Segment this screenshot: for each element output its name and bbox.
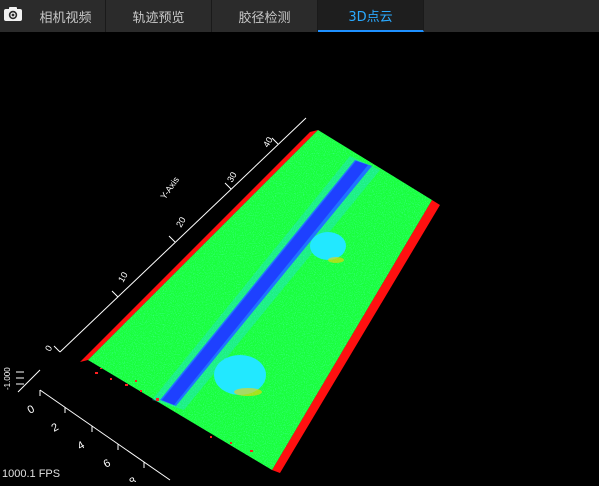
tab-glue-diameter-detection[interactable]: 胶径检测: [212, 0, 318, 32]
point-cloud-viewport[interactable]: 0 10 20 30 40 Y-Axis 0 2 4 6 8 -1.000 10…: [0, 32, 599, 486]
glue-blob-large-shadow: [234, 388, 262, 396]
tab-bar-filler: [424, 0, 599, 32]
camera-button[interactable]: [0, 0, 26, 32]
tab-camera-video[interactable]: 相机视频: [26, 0, 106, 32]
point-cloud-canvas[interactable]: 0 10 20 30 40 Y-Axis 0 2 4 6 8 -1.000: [0, 32, 599, 486]
x-tick-0: 0: [26, 403, 37, 416]
camera-icon: [3, 6, 23, 26]
x-tick-8: 8: [128, 475, 139, 482]
tab-trajectory-preview[interactable]: 轨迹预览: [106, 0, 212, 32]
y-tick-0: 0: [43, 344, 54, 353]
z-axis-label: -1.000: [3, 367, 12, 390]
glue-blob-small-shadow: [328, 257, 344, 263]
x-tick-4: 4: [76, 439, 87, 452]
tab-bar: 相机视频 轨迹预览 胶径检测 3D点云: [0, 0, 599, 32]
y-tick-30: 30: [225, 170, 239, 184]
x-tick-2: 2: [50, 421, 61, 434]
y-tick-40: 40: [261, 135, 275, 149]
y-axis-label: Y-Axis: [158, 174, 181, 201]
fps-counter: 1000.1 FPS: [2, 468, 61, 480]
glue-blob-small: [310, 232, 346, 260]
z-axis: -1.000: [3, 367, 41, 393]
tab-3d-point-cloud[interactable]: 3D点云: [318, 0, 424, 32]
x-tick-6: 6: [102, 457, 113, 470]
y-tick-10: 10: [116, 270, 130, 284]
y-tick-20: 20: [174, 215, 188, 229]
